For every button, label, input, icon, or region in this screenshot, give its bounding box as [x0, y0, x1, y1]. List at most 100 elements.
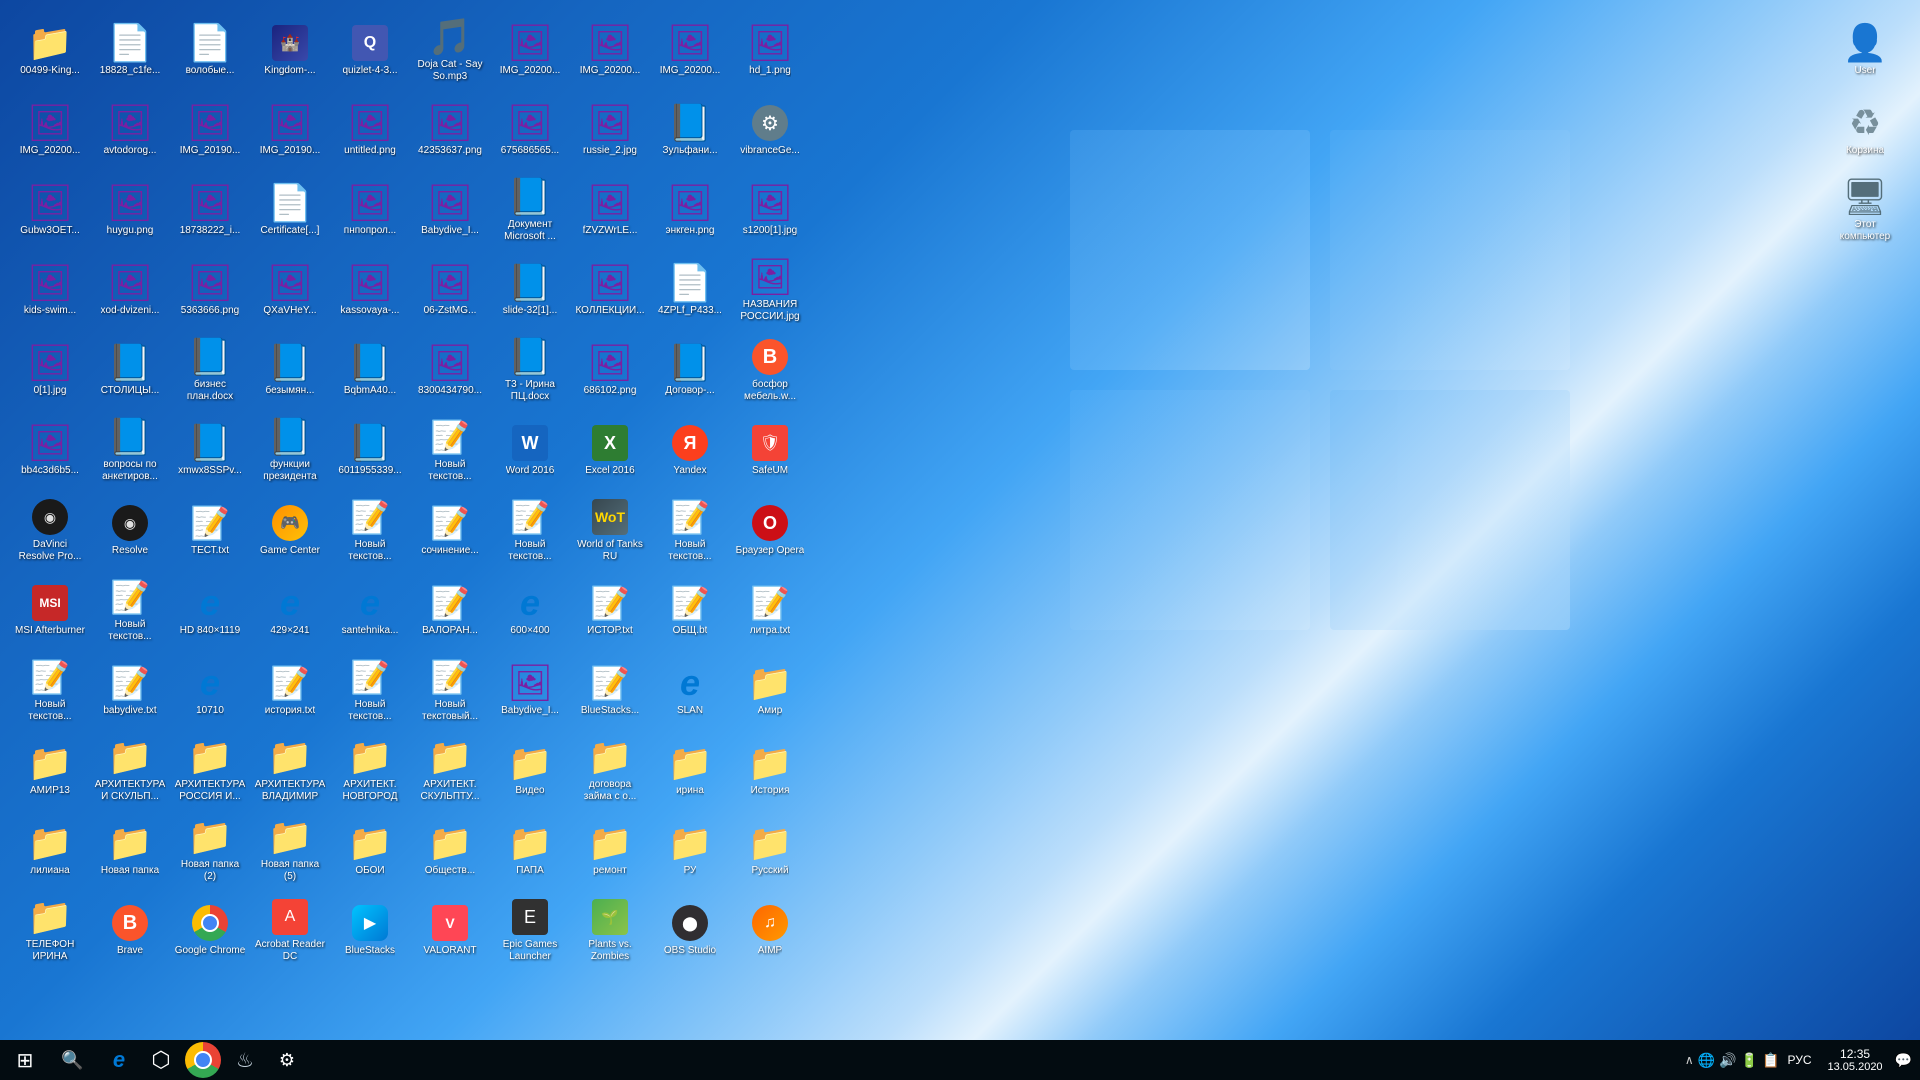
desktop-icon-Word2016[interactable]: W Word 2016	[490, 410, 570, 490]
desktop-icon-OBSH.txt[interactable]: 📝 ОБЩ.bt	[650, 570, 730, 650]
desktop-icon-bb4c3d6b5[interactable]: 🖼 bb4c3d6b5...	[10, 410, 90, 490]
desktop-icon-675686565[interactable]: 🖼 675686565...	[490, 90, 570, 170]
desktop-icon-voprosi_po[interactable]: 📘 вопросы по анкетиров...	[90, 410, 170, 490]
desktop-icon-enkgen[interactable]: 🖼 энкген.png	[650, 170, 730, 250]
desktop-icon-biznes_plan[interactable]: 📘 бизнес план.docx	[170, 330, 250, 410]
desktop-icon-TELEFON_IRINA[interactable]: 📁 ТЕЛЕФОН ИРИНА	[10, 890, 90, 970]
desktop-icon-right-recycle[interactable]: ♻ Корзина	[1825, 90, 1905, 170]
desktop-icon-istoriya.txt[interactable]: 📝 история.txt	[250, 650, 330, 730]
desktop-icon-Certificate[interactable]: 📄 Certificate[...]	[250, 170, 330, 250]
desktop-icon-Noviy2[interactable]: 📝 Новый текстов...	[90, 570, 170, 650]
desktop-icon-T3_Irina[interactable]: 📘 Т3 - Ирина ПЦ.docx	[490, 330, 570, 410]
desktop-icon-NAZVANIYA[interactable]: 🖼 НАЗВАНИЯ РОСCИИ.jpg	[730, 250, 810, 330]
desktop-icon-QXaVHeY[interactable]: 🖼 QXaVHeY...	[250, 250, 330, 330]
desktop-icon-volob[interactable]: 📄 волобые...	[170, 10, 250, 90]
desktop-icon-Resolve[interactable]: ◉ Resolve	[90, 490, 170, 570]
desktop-icon-Istoriya[interactable]: 📁 История	[730, 730, 810, 810]
desktop-icon-TEST.txt[interactable]: 📝 ТЕСТ.txt	[170, 490, 250, 570]
desktop-icon-funkcii[interactable]: 📘 функции президента	[250, 410, 330, 490]
desktop-icon-slide32[interactable]: 📘 slide-32[1]...	[490, 250, 570, 330]
desktop-icon-fZVZWrLE[interactable]: 🖼 fZVZWrLE...	[570, 170, 650, 250]
desktop-icon-BlueStacks[interactable]: ▶ BlueStacks	[330, 890, 410, 970]
desktop-icon-zulfanio[interactable]: 📘 Зульфани...	[650, 90, 730, 170]
desktop-icon-OBOI[interactable]: 📁 ОБОИ	[330, 810, 410, 890]
desktop-icon-Russkiy[interactable]: 📁 Русский	[730, 810, 810, 890]
desktop-icon-686102[interactable]: 🖼 686102.png	[570, 330, 650, 410]
desktop-icon-8300434790[interactable]: 🖼 8300434790...	[410, 330, 490, 410]
desktop-icon-avtodorog[interactable]: 🖼 avtodorog...	[90, 90, 170, 170]
desktop-icon-4ZPLf_P433[interactable]: 📄 4ZPLf_P433...	[650, 250, 730, 330]
desktop-icon-Excel2016[interactable]: X Excel 2016	[570, 410, 650, 490]
desktop-icon-Amir[interactable]: 📁 Амир	[730, 650, 810, 730]
desktop-icon-18738222[interactable]: 🖼 18738222_i...	[170, 170, 250, 250]
desktop-icon-ARH_VLADIMIR[interactable]: 📁 АРХИТЕКТУРА ВЛАДИМИР	[250, 730, 330, 810]
desktop-icon-remont[interactable]: 📁 ремонт	[570, 810, 650, 890]
desktop-icon-IMG_20200_4[interactable]: 🖼 IMG_20200...	[650, 10, 730, 90]
desktop-icon-Novaya_papka5[interactable]: 📁 Новая папка (5)	[250, 810, 330, 890]
desktop-icon-IMG_20200[interactable]: 🖼 IMG_20200...	[10, 90, 90, 170]
desktop-icon-IMG_20200_3[interactable]: 🖼 IMG_20200...	[570, 10, 650, 90]
desktop-icon-Acrobat[interactable]: A Acrobat Reader DC	[250, 890, 330, 970]
desktop-icon-RU[interactable]: 📁 РУ	[650, 810, 730, 890]
desktop-icon-Opera[interactable]: O Браузер Opera	[730, 490, 810, 570]
desktop-icon-xmwx8SSPv[interactable]: 📘 xmwx8SSPv...	[170, 410, 250, 490]
taskbar-chrome[interactable]	[183, 1040, 223, 1080]
desktop-icon-kassovaya[interactable]: 🖼 kassovaya-...	[330, 250, 410, 330]
desktop-icon-Noviy_textoviy[interactable]: 📝 Новый текстовый...	[410, 650, 490, 730]
desktop-icon-Noviy1[interactable]: 📝 Новый текстов...	[10, 650, 90, 730]
taskbar-cortana[interactable]: ⬡	[141, 1040, 181, 1080]
desktop-icon-ISTOR.txt[interactable]: 📝 ИСТОР.txt	[570, 570, 650, 650]
desktop-icon-vibranceGo[interactable]: ⚙ vibranceGe...	[730, 90, 810, 170]
desktop-icon-russie2[interactable]: 🖼 russie_2.jpg	[570, 90, 650, 170]
desktop-icon-dogovor[interactable]: 📁 договора займа с о...	[570, 730, 650, 810]
desktop-icon-kids-swim[interactable]: 🖼 kids-swim...	[10, 250, 90, 330]
desktop-icon-Video[interactable]: 📁 Видео	[490, 730, 570, 810]
desktop-icon-Gubw3OET[interactable]: 🖼 Gubw3OET...	[10, 170, 90, 250]
taskbar-steam[interactable]: ♨	[225, 1040, 265, 1080]
desktop-icon-Novaya_papka[interactable]: 📁 Новая папка	[90, 810, 170, 890]
desktop-icon-litra.txt[interactable]: 📝 литра.txt	[730, 570, 810, 650]
desktop-icon-s1200[interactable]: 🖼 s1200[1].jpg	[730, 170, 810, 250]
desktop-icon-Noviy6[interactable]: 📝 Новый текстов...	[490, 490, 570, 570]
desktop-icon-6011955339[interactable]: 📘 6011955339...	[330, 410, 410, 490]
desktop-icon-KOLLEKTSII[interactable]: 🖼 КОЛЛЕКЦИИ...	[570, 250, 650, 330]
desktop-icon-SLAN[interactable]: e SLAN	[650, 650, 730, 730]
taskbar-action-center[interactable]: 📋	[1762, 1052, 1779, 1069]
desktop-icon-OBS[interactable]: ⬤ OBS Studio	[650, 890, 730, 970]
desktop-icon-Doc_Microsoft[interactable]: 📘 Документ Microsoft ...	[490, 170, 570, 250]
desktop-icon-429x241[interactable]: e 429×241	[250, 570, 330, 650]
desktop-icon-Kingdom[interactable]: 🏰 Kingdom-...	[250, 10, 330, 90]
desktop-icon-Noviy3[interactable]: 📝 Новый текстов...	[330, 490, 410, 570]
desktop-icon-sochinenie[interactable]: 📝 сочинение...	[410, 490, 490, 570]
desktop-icon-liliana[interactable]: 📁 лилиана	[10, 810, 90, 890]
desktop-icon-Yandex[interactable]: Я Yandex	[650, 410, 730, 490]
desktop-icon-Babydive_I2[interactable]: 🖼 Babydive_I...	[490, 650, 570, 730]
desktop-icon-quizlet[interactable]: Q quizlet-4-3...	[330, 10, 410, 90]
desktop-icon-PAPA[interactable]: 📁 ПАПА	[490, 810, 570, 890]
desktop-icon-Obshest[interactable]: 📁 Обществ...	[410, 810, 490, 890]
desktop-icon-bezimyanniy[interactable]: 📘 безымян...	[250, 330, 330, 410]
desktop-icon-ARH_SCULPT2[interactable]: 📁 АРХИТЕКТ. СКУЛЬПТУ...	[410, 730, 490, 810]
desktop-icon-IMG_20200_2[interactable]: 🖼 IMG_20200...	[490, 10, 570, 90]
taskbar-clock[interactable]: 12:35 13.05.2020	[1820, 1047, 1891, 1073]
desktop-icon-santehnika[interactable]: e santehnika...	[330, 570, 410, 650]
desktop-icon-bosfore[interactable]: B босфор мебель.w...	[730, 330, 810, 410]
desktop-icon-DojaCat[interactable]: 🎵 Doja Cat - Say So.mp3	[410, 10, 490, 90]
taskbar-expand-icon[interactable]: ∧	[1685, 1053, 1694, 1067]
taskbar-settings[interactable]: ⚙	[267, 1040, 307, 1080]
desktop-icon-Noviy5[interactable]: 📝 Новый текстов...	[410, 410, 490, 490]
taskbar-network-icon[interactable]: 🌐	[1698, 1052, 1715, 1069]
desktop-icon-VALORAN[interactable]: 📝 ВАЛОРАН...	[410, 570, 490, 650]
desktop-icon-untitled.png[interactable]: 🖼 untitled.png	[330, 90, 410, 170]
desktop-icon-PvZ[interactable]: 🌱 Plants vs. Zombies	[570, 890, 650, 970]
desktop-icon-ARH_NOVGOROD[interactable]: 📁 АРХИТЕКТ. НОВГОРОД	[330, 730, 410, 810]
desktop-icon-42353637[interactable]: 🖼 42353637.png	[410, 90, 490, 170]
desktop-icon-MSI[interactable]: MSI MSI Afterburner	[10, 570, 90, 650]
desktop-icon-Noviy4[interactable]: 📝 Новый текстов...	[330, 650, 410, 730]
search-button[interactable]: 🔍	[50, 1040, 95, 1080]
desktop-icon-babydive.txt[interactable]: 📝 babydive.txt	[90, 650, 170, 730]
desktop-icon-irina[interactable]: 📁 ирина	[650, 730, 730, 810]
desktop-icon-BlueStacksTxt[interactable]: 📝 BlueStacks...	[570, 650, 650, 730]
desktop-icon-10710[interactable]: e 10710	[170, 650, 250, 730]
desktop-icon-right-this_pc[interactable]: 🖥 Этот компьютер	[1825, 170, 1905, 250]
